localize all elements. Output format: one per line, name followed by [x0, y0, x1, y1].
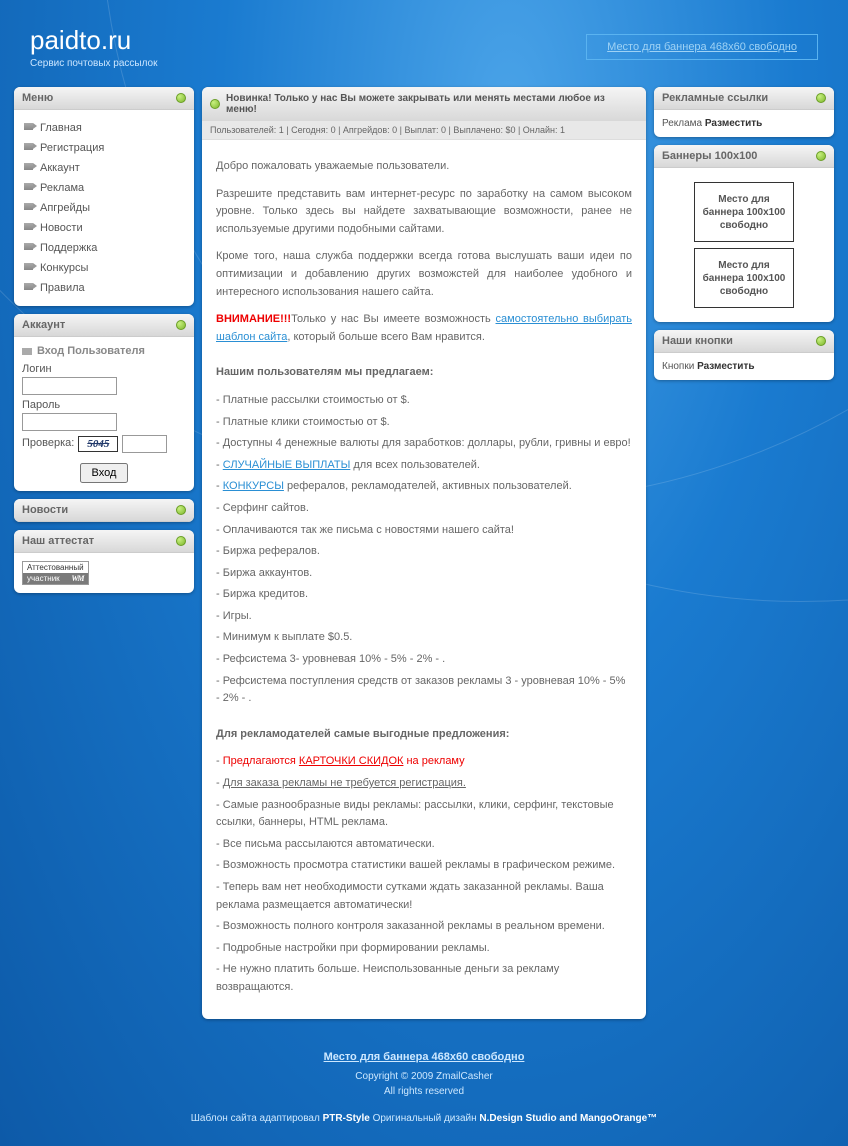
- user-offer-7: Биржа рефералов.: [216, 543, 632, 561]
- user-offer-0: Платные рассылки стоимостью от $.: [216, 392, 632, 410]
- cards-link[interactable]: КАРТОЧКИ СКИДОК: [299, 755, 404, 767]
- collapse-icon[interactable]: [816, 93, 826, 103]
- user-offer-4: КОНКУРСЫ рефералов, рекламодателей, акти…: [216, 478, 632, 496]
- welcome-p1: Добро пожаловать уважаемые пользователи.: [216, 158, 632, 176]
- offer-link-4[interactable]: КОНКУРСЫ: [223, 480, 284, 492]
- captcha-input[interactable]: [122, 435, 167, 453]
- site-title[interactable]: paidto.ru: [30, 25, 158, 56]
- menu-item-0[interactable]: Главная: [22, 118, 186, 138]
- attestat-box: Наш аттестат Аттестованный участникWM: [14, 530, 194, 593]
- main-headline-bar: Новинка! Только у нас Вы можете закрыват…: [202, 87, 646, 121]
- menu-item-7[interactable]: Конкурсы: [22, 258, 186, 278]
- account-box: Аккаунт Вход Пользователя Логин Пароль П…: [14, 314, 194, 491]
- top-banner-slot[interactable]: Место для баннера 468х60 свободно: [586, 34, 818, 60]
- user-offer-3: СЛУЧАЙНЫЕ ВЫПЛАТЫ для всех пользователей…: [216, 457, 632, 475]
- adv-offer-5: Подробные настройки при формировании рек…: [216, 940, 632, 958]
- banner-slot-1[interactable]: Место длябаннера 100х100свободно: [694, 182, 794, 242]
- menu-item-6[interactable]: Поддержка: [22, 238, 186, 258]
- adv-offer-1: Все письма рассылаются автоматически.: [216, 836, 632, 854]
- user-offer-10: Игры.: [216, 608, 632, 626]
- bottom-banner-slot[interactable]: Место для баннера 468х60 свободно: [0, 1045, 848, 1069]
- users-offer-list: Платные рассылки стоимостью от $. Платные…: [216, 392, 632, 708]
- user-offer-13: Рефсистема поступления средств от заказо…: [216, 673, 632, 708]
- copyright: Copyright © 2009 ZmailCasher: [0, 1069, 848, 1084]
- footer: Место для баннера 468х60 свободно Copyri…: [0, 1035, 848, 1146]
- adv-offer-0: Самые разнообразные виды рекламы: рассыл…: [216, 797, 632, 832]
- stats-bar: Пользователей: 1 | Сегодня: 0 | Апгрейдо…: [202, 121, 646, 140]
- login-input[interactable]: [22, 377, 117, 395]
- bullet-icon: [210, 99, 220, 109]
- banners-title: Баннеры 100х100: [662, 150, 757, 162]
- user-offer-5: Серфинг сайтов.: [216, 500, 632, 518]
- offer-link-3[interactable]: СЛУЧАЙНЫЕ ВЫПЛАТЫ: [223, 459, 351, 471]
- place-button-link[interactable]: Разместить: [697, 361, 754, 372]
- menu-item-8[interactable]: Правила: [22, 278, 186, 298]
- welcome-p2: Разрешите представить вам интернет-ресур…: [216, 186, 632, 239]
- menu-item-3[interactable]: Реклама: [22, 178, 186, 198]
- user-offer-11: Минимум к выплате $0.5.: [216, 629, 632, 647]
- password-input[interactable]: [22, 413, 117, 431]
- banner-slot-2[interactable]: Место длябаннера 100х100свободно: [694, 248, 794, 308]
- news-box: Новости: [14, 499, 194, 522]
- adv-items-list: Самые разнообразные виды рекламы: рассыл…: [216, 797, 632, 997]
- user-offer-9: Биржа кредитов.: [216, 586, 632, 604]
- menu-item-5[interactable]: Новости: [22, 218, 186, 238]
- collapse-icon[interactable]: [176, 536, 186, 546]
- menu-item-2[interactable]: Аккаунт: [22, 158, 186, 178]
- warning-line: ВНИМАНИЕ!!!Только у нас Вы имеете возмож…: [216, 311, 632, 346]
- user-offer-12: Рефсистема 3- уровневая 10% - 5% - 2% - …: [216, 651, 632, 669]
- collapse-icon[interactable]: [176, 93, 186, 103]
- welcome-p3: Кроме того, наша служба поддержки всегда…: [216, 248, 632, 301]
- buttons-box: Наши кнопки Кнопки Разместить: [654, 330, 834, 380]
- header: paidto.ru Сервис почтовых рассылок Место…: [0, 0, 848, 79]
- menu-list: ГлавнаяРегистрацияАккаунтРекламаАпгрейды…: [22, 118, 186, 298]
- adv-offer-3: Теперь вам нет необходимости сутками жда…: [216, 879, 632, 914]
- attestat-title: Наш аттестат: [22, 535, 94, 547]
- captcha-label: Проверка:: [22, 437, 74, 449]
- wm-badge[interactable]: Аттестованный участникWM: [22, 561, 89, 585]
- user-offer-1: Платные клики стоимостью от $.: [216, 414, 632, 432]
- user-offer-6: Оплачиваются так же письма с новостями н…: [216, 522, 632, 540]
- banners-box: Баннеры 100х100 Место длябаннера 100х100…: [654, 145, 834, 322]
- site-subtitle: Сервис почтовых рассылок: [30, 58, 158, 69]
- rights: All rights reserved: [0, 1084, 848, 1099]
- adv-offer-6: Не нужно платить больше. Неиспользованны…: [216, 961, 632, 996]
- adv-offer-list: Предлагаются КАРТОЧКИ СКИДОК на рекламу …: [216, 753, 632, 792]
- adv-section-title: Для рекламодателей самые выгодные предло…: [216, 726, 632, 744]
- menu-item-1[interactable]: Регистрация: [22, 138, 186, 158]
- main-headline: Новинка! Только у нас Вы можете закрыват…: [226, 93, 638, 115]
- account-title: Аккаунт: [22, 319, 65, 331]
- login-heading: Вход Пользователя: [22, 345, 186, 357]
- login-label: Логин: [22, 363, 186, 375]
- menu-box: Меню ГлавнаяРегистрацияАккаунтРекламаАпг…: [14, 87, 194, 306]
- password-label: Пароль: [22, 399, 186, 411]
- collapse-icon[interactable]: [176, 505, 186, 515]
- menu-title: Меню: [22, 92, 53, 104]
- adv-offer-4: Возможность полного контроля заказанной …: [216, 918, 632, 936]
- adv-cards-line: Предлагаются КАРТОЧКИ СКИДОК на рекламу: [216, 753, 632, 771]
- buttons-title: Наши кнопки: [662, 335, 733, 347]
- collapse-icon[interactable]: [176, 320, 186, 330]
- user-offer-8: Биржа аккаунтов.: [216, 565, 632, 583]
- login-button[interactable]: Вход: [80, 463, 129, 483]
- place-ad-link[interactable]: Разместить: [705, 118, 762, 129]
- adv-offer-2: Возможность просмотра статистики вашей р…: [216, 857, 632, 875]
- collapse-icon[interactable]: [816, 151, 826, 161]
- captcha-image: 5045: [78, 436, 118, 452]
- credits: Шаблон сайта адаптировал PTR-Style Ориги…: [0, 1111, 848, 1126]
- user-offer-2: Доступны 4 денежные валюты для заработко…: [216, 435, 632, 453]
- collapse-icon[interactable]: [816, 336, 826, 346]
- menu-item-4[interactable]: Апгрейды: [22, 198, 186, 218]
- no-reg-line: Для заказа рекламы не требуется регистра…: [223, 777, 466, 789]
- ad-links-title: Рекламные ссылки: [662, 92, 768, 104]
- main-content-box: Новинка! Только у нас Вы можете закрыват…: [202, 87, 646, 1019]
- news-title: Новости: [22, 504, 68, 516]
- ad-links-box: Рекламные ссылки Реклама Разместить: [654, 87, 834, 137]
- users-section-title: Нашим пользователям мы предлагаем:: [216, 364, 632, 382]
